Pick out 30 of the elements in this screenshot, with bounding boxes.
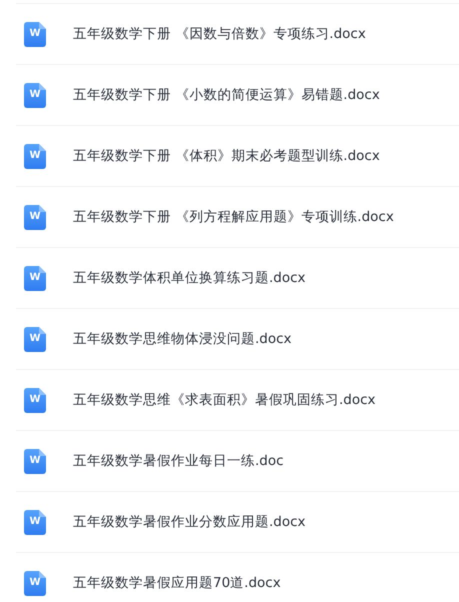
file-name[interactable]: 五年级数学暑假作业每日一练.doc [73,450,284,472]
file-name[interactable]: 五年级数学暑假作业分数应用题.docx [73,512,306,532]
document-icon [24,82,46,108]
document-icon [24,388,46,412]
icon-letter: W [28,88,42,100]
file-name[interactable]: 五年级数学下册 《小数的简便运算》易错题.docx [73,84,380,106]
document-icon [24,570,46,596]
document-icon [24,448,46,474]
icon-letter: W [28,272,42,284]
icon-letter: W [28,210,42,222]
file-name[interactable]: 五年级数学思维物体浸没问题.docx [73,328,292,350]
document-icon [24,204,46,230]
file-name[interactable]: 五年级数学下册 《列方程解应用题》专项训练.docx [73,206,394,228]
file-name[interactable]: 五年级数学思维《求表面积》暑假巩固练习.docx [73,390,376,410]
file-name[interactable]: 五年级数学下册 《体积》期末必考题型训练.docx [73,146,380,166]
file-name[interactable]: 五年级数学下册 《因数与倍数》专项练习.docx [73,24,366,44]
icon-letter: W [28,516,42,528]
icon-letter: W [28,332,42,344]
icon-letter: W [28,576,42,588]
document-icon [24,266,46,290]
file-name[interactable]: 五年级数学体积单位换算练习题.docx [73,268,306,288]
document-icon [24,510,46,534]
document-icon [24,144,46,168]
document-icon [24,22,46,46]
icon-letter: W [28,394,42,406]
icon-letter: W [28,28,42,40]
icon-letter: W [28,454,42,466]
document-icon [24,326,46,352]
file-name[interactable]: 五年级数学暑假应用题70道.docx [73,572,281,594]
icon-letter: W [28,150,42,162]
